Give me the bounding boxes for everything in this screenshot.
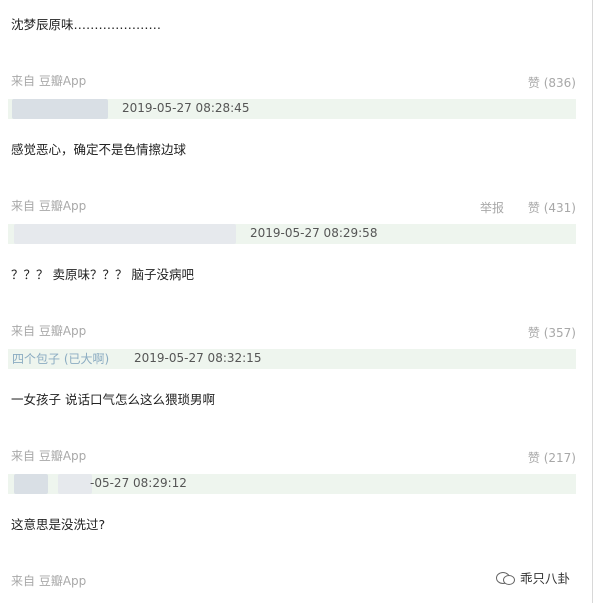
blurred-date <box>58 474 92 494</box>
comment-text: 感觉恶心，确定不是色情擦边球 <box>11 142 187 157</box>
comment-source: 来自 豆瓣App <box>11 199 87 213</box>
header-text: 沈梦辰原味………………… <box>11 17 162 32</box>
comment-timestamp: -05-27 08:29:12 <box>90 476 187 490</box>
comment-meta-bar: -05-27 08:29:12 <box>8 474 576 494</box>
like-button[interactable]: 赞 (357) <box>528 324 576 341</box>
comment-text: 一女孩子 说话口气怎么这么猥琐男啊 <box>11 392 215 407</box>
comment-timestamp: 2019-05-27 08:32:15 <box>134 351 262 365</box>
watermark-text: 乖只八卦 <box>520 571 571 586</box>
frame-border <box>592 0 593 603</box>
comment-meta-bar: 2019-05-27 08:29:58 <box>8 224 576 244</box>
report-button[interactable]: 举报 <box>480 199 504 216</box>
blurred-username <box>12 99 108 119</box>
blurred-username <box>14 224 236 244</box>
watermark: 乖只八卦 <box>496 568 570 587</box>
comment-timestamp: 2019-05-27 08:29:58 <box>250 226 378 240</box>
comment-username[interactable]: 四个包子 (已大啊) <box>12 350 109 367</box>
like-button[interactable]: 赞 (836) <box>528 74 576 91</box>
comment-timestamp: 2019-05-27 08:28:45 <box>122 101 250 115</box>
comment-text: 这意思是没洗过? <box>11 517 106 532</box>
wechat-icon <box>496 570 516 586</box>
comment-meta-bar: 2019-05-27 08:28:45 <box>8 99 576 119</box>
comment-source: 来自 豆瓣App <box>11 574 87 588</box>
comment-source: 来自 豆瓣App <box>11 324 87 338</box>
comment-source: 来自 豆瓣App <box>11 449 87 463</box>
like-button[interactable]: 赞 (431) <box>528 199 576 216</box>
comment-text: ？？？ 卖原味？？？ 脑子没病吧 <box>11 267 194 282</box>
comment-meta-bar: 四个包子 (已大啊) 2019-05-27 08:32:15 <box>8 349 576 369</box>
like-button[interactable]: 赞 (217) <box>528 449 576 466</box>
blurred-username <box>14 474 48 494</box>
comment-source: 来自 豆瓣App <box>11 74 87 88</box>
